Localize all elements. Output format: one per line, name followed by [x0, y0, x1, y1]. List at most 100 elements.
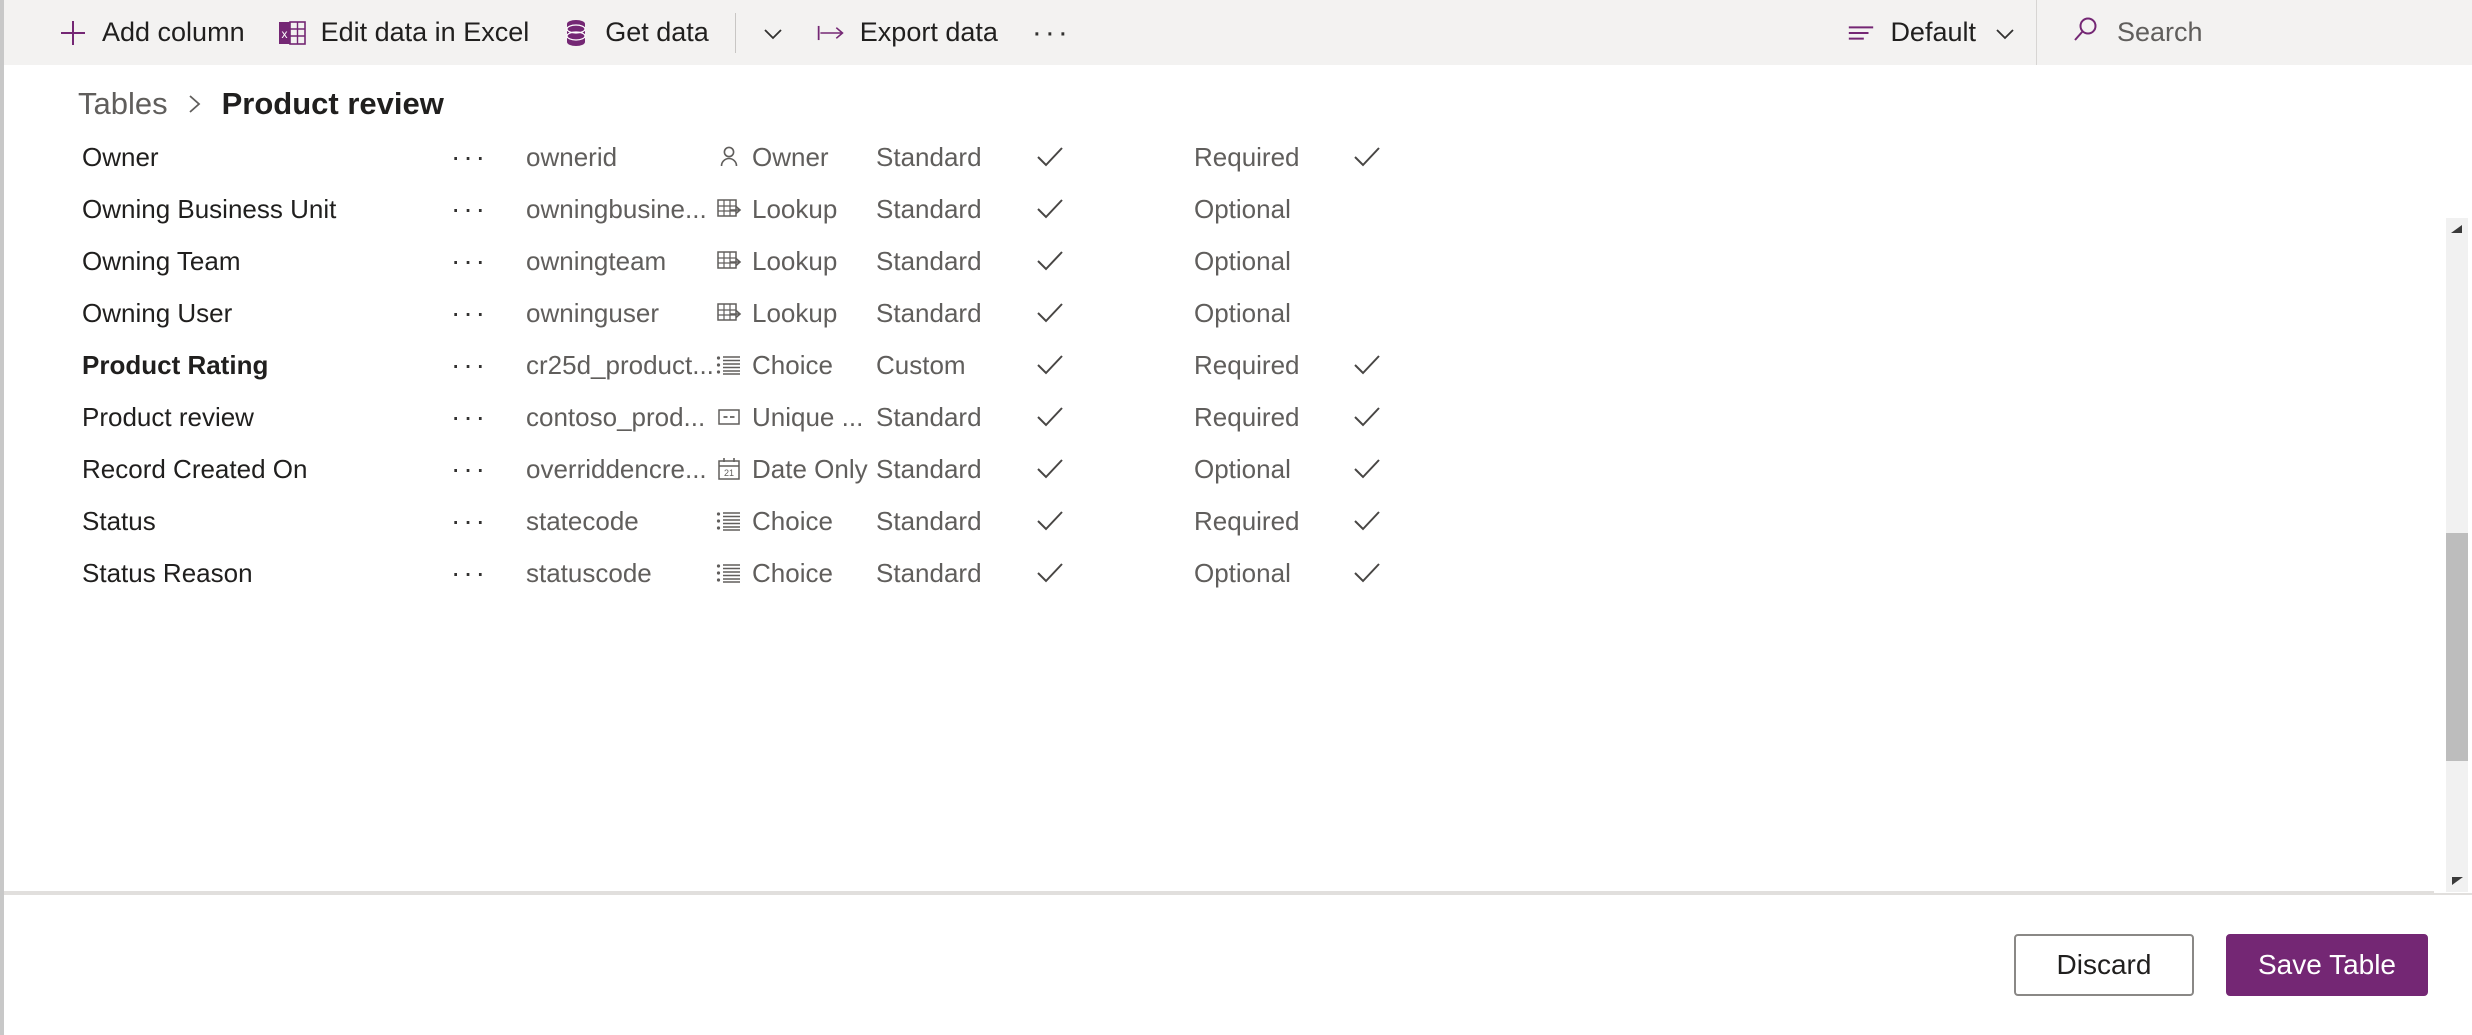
get-data-button[interactable]: Get data [545, 0, 725, 65]
command-bar-left-group: Add column x Edit data in Excel Get data… [4, 0, 1830, 65]
column-logical-name: owninguser [526, 297, 659, 328]
column-data-type-label: Unique ... [752, 401, 864, 432]
view-list-icon [1846, 18, 1876, 48]
column-searchable-check-icon [1035, 144, 1065, 170]
command-bar: Add column x Edit data in Excel Get data… [4, 0, 2472, 65]
column-data-type: Choice [716, 558, 833, 589]
column-data-type-label: Lookup [752, 245, 838, 276]
column-data-type: Unique ... [716, 402, 863, 433]
row-more-actions-button[interactable]: ··· [451, 349, 488, 381]
column-data-type: Choice [716, 350, 833, 381]
column-data-type-label: Choice [752, 557, 833, 588]
row-more-actions-button[interactable]: ··· [451, 557, 488, 589]
column-data-type-label: Choice [752, 349, 833, 380]
column-searchable-check-icon [1035, 352, 1065, 378]
get-data-chevron-button[interactable] [746, 0, 800, 65]
column-display-name: Owning Business Unit [82, 193, 337, 224]
row-more-actions-button[interactable]: ··· [451, 453, 488, 485]
column-customization: Standard [876, 297, 982, 328]
column-logical-name: cr25d_product... [526, 349, 714, 380]
chevron-down-icon [758, 18, 788, 48]
column-data-type: Choice [716, 506, 833, 537]
table-row[interactable]: Status ··· statecode Choice Standard Required [4, 495, 2472, 547]
person-icon [716, 144, 742, 170]
lookup-icon [716, 248, 742, 274]
row-more-actions-button[interactable]: ··· [451, 141, 488, 173]
column-data-type-label: Date Only [752, 453, 868, 484]
svg-text:x: x [281, 27, 287, 41]
lookup-icon [716, 196, 742, 222]
column-display-name: Product Rating [82, 349, 269, 380]
table-row[interactable]: Product review ··· contoso_prod... Unique .… [4, 391, 2472, 443]
column-flag-check-icon [1352, 508, 1382, 534]
table-row[interactable]: Owning Team ··· owningteam Lookup Standard Op… [4, 235, 2472, 287]
add-column-button[interactable]: Add column [42, 0, 261, 65]
column-searchable-check-icon [1035, 404, 1065, 430]
save-table-button[interactable]: Save Table [2225, 934, 2428, 996]
column-logical-name: owningteam [526, 245, 667, 276]
scroll-up-arrow-icon[interactable] [2446, 218, 2468, 240]
grid-vertical-scrollbar[interactable] [2446, 218, 2468, 892]
column-logical-name: contoso_prod... [526, 401, 706, 432]
get-data-label: Get data [605, 17, 709, 47]
row-more-actions-button[interactable]: ··· [451, 401, 488, 433]
column-customization: Standard [876, 193, 982, 224]
column-data-type-label: Choice [752, 505, 833, 536]
plus-icon [58, 18, 88, 48]
scrollbar-thumb[interactable] [2446, 533, 2468, 761]
column-customization: Custom [876, 349, 966, 380]
column-display-name: Product review [82, 401, 254, 432]
search-input[interactable] [2117, 17, 2417, 48]
discard-button[interactable]: Discard [2013, 934, 2194, 996]
column-customization: Standard [876, 505, 982, 536]
table-row[interactable]: Status Reason ··· statuscode Choice Standard… [4, 547, 2472, 599]
row-more-actions-button[interactable]: ··· [451, 505, 488, 537]
column-data-type: Lookup [716, 298, 837, 329]
row-more-actions-button[interactable]: ··· [451, 297, 488, 329]
column-flag-check-icon [1352, 352, 1382, 378]
table-row[interactable]: Owner ··· ownerid Owner Standard Required [4, 131, 2472, 183]
column-logical-name: owningbusine... [526, 193, 707, 224]
breadcrumb-item-current: Product review [221, 86, 444, 121]
table-row[interactable]: Owning User ··· owninguser Lookup Standard Op… [4, 287, 2472, 339]
scroll-down-arrow-icon[interactable] [2446, 870, 2468, 892]
table-row[interactable]: Record Created On ··· overriddencre... 21 Da… [4, 443, 2472, 495]
table-row[interactable]: Product Rating ··· cr25d_product... Choice C… [4, 339, 2472, 391]
edit-data-in-excel-button[interactable]: x Edit data in Excel [261, 0, 546, 65]
columns-grid[interactable]: Owner ··· ownerid Owner Standard Required Owni… [4, 131, 2472, 893]
toolbar-overflow-button[interactable]: ··· [1014, 0, 1089, 65]
choice-icon [716, 560, 742, 586]
column-customization: Standard [876, 557, 982, 588]
add-column-label: Add column [102, 17, 245, 47]
column-display-name: Record Created On [82, 453, 308, 484]
edit-data-in-excel-label: Edit data in Excel [320, 17, 530, 47]
column-requirement: Required [1194, 505, 1300, 536]
row-more-actions-button[interactable]: ··· [451, 193, 488, 225]
chevron-down-icon [1990, 18, 2020, 48]
column-logical-name: statuscode [526, 557, 652, 588]
column-flag-check-icon [1352, 144, 1382, 170]
breadcrumb-item-tables[interactable]: Tables [78, 86, 168, 122]
column-display-name: Owner [82, 141, 159, 172]
column-requirement: Optional [1194, 297, 1291, 328]
view-selector-label: Default [1890, 17, 1976, 47]
column-logical-name: overriddencre... [526, 453, 707, 484]
column-data-type: Owner [716, 142, 829, 173]
column-data-type-label: Lookup [752, 193, 838, 224]
column-customization: Standard [876, 141, 982, 172]
search-box[interactable] [2036, 0, 2472, 65]
table-row[interactable]: Owning Business Unit ··· owningbusine... Lo… [4, 183, 2472, 235]
view-selector-button[interactable]: Default [1830, 0, 2036, 65]
row-more-actions-button[interactable]: ··· [451, 245, 488, 277]
lookup-icon [716, 300, 742, 326]
column-customization: Standard [876, 453, 982, 484]
export-data-button[interactable]: Export data [800, 0, 1014, 65]
column-requirement: Optional [1194, 557, 1291, 588]
search-icon [2071, 15, 2101, 50]
breadcrumb: Tables Product review [78, 86, 444, 122]
column-requirement: Required [1194, 401, 1300, 432]
choice-icon [716, 508, 742, 534]
column-display-name: Owning Team [82, 245, 241, 276]
choice-icon [716, 352, 742, 378]
column-flag-check-icon [1352, 404, 1382, 430]
